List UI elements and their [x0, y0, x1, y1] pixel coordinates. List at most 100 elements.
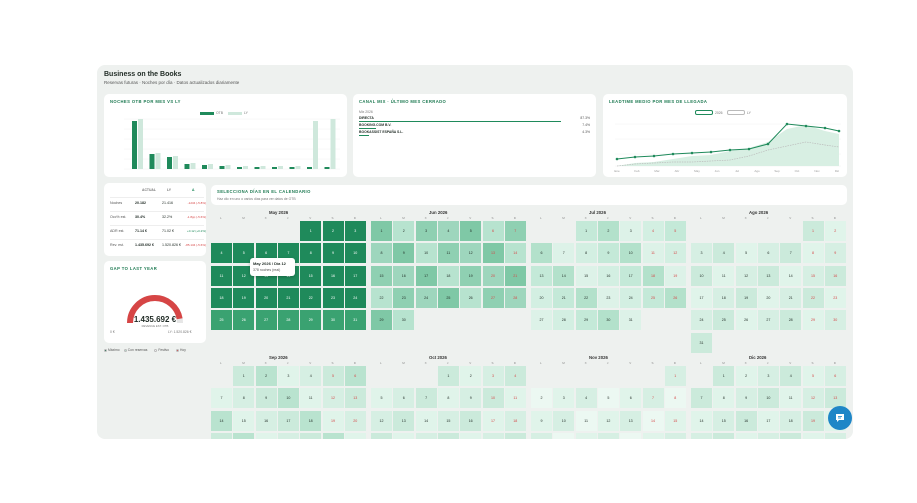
calendar-day[interactable]: 11 [575, 410, 597, 431]
calendar-day[interactable]: 8 [713, 388, 735, 409]
calendar-day[interactable]: 21 [691, 432, 712, 439]
calendar-day[interactable]: 8 [802, 243, 824, 264]
calendar-day[interactable]: 12 [322, 388, 344, 409]
calendar-day[interactable]: 8 [664, 388, 686, 409]
calendar-day[interactable]: 3 [482, 366, 504, 386]
calendar-day[interactable]: 13 [393, 410, 415, 431]
calendar-day[interactable]: 9 [597, 243, 619, 264]
calendar-day[interactable]: 14 [553, 265, 575, 286]
calendar-day[interactable]: 22 [664, 432, 686, 439]
calendar-day[interactable]: 13 [482, 243, 504, 264]
calendar-day[interactable]: 8 [437, 388, 459, 409]
calendar-day[interactable]: 9 [460, 388, 482, 409]
calendar-day[interactable]: 16 [460, 410, 482, 431]
calendar-day[interactable]: 2 [531, 388, 552, 409]
calendar-day[interactable]: 8 [300, 243, 322, 264]
calendar-day[interactable]: 28 [277, 310, 299, 331]
calendar-day[interactable]: 8 [233, 388, 255, 409]
calendar-day[interactable]: 1 [664, 366, 686, 386]
calendar-day[interactable]: 24 [482, 432, 504, 439]
calendar-day[interactable]: 15 [371, 265, 392, 286]
calendar-day[interactable]: 30 [597, 310, 619, 331]
calendar-day[interactable]: 4 [780, 366, 802, 386]
calendar-day[interactable]: 25 [780, 432, 802, 439]
calendar-day[interactable]: 2 [393, 221, 415, 241]
calendar-day[interactable]: 11 [642, 243, 664, 264]
calendar-day[interactable]: 18 [713, 287, 735, 308]
calendar-day[interactable]: 12 [735, 265, 757, 286]
calendar-day[interactable]: 13 [531, 265, 552, 286]
calendar-day[interactable]: 19 [735, 287, 757, 308]
calendar-day[interactable]: 26 [233, 310, 255, 331]
calendar-day[interactable]: 16 [255, 410, 277, 431]
calendar-day[interactable]: 6 [620, 388, 642, 409]
calendar-day[interactable]: 3 [277, 366, 299, 386]
calendar-day[interactable]: 4 [504, 366, 526, 386]
calendar-day[interactable]: 21 [780, 287, 802, 308]
calendar-day[interactable]: 20 [531, 287, 552, 308]
calendar-day[interactable]: 11 [780, 388, 802, 409]
calendar-day[interactable]: 10 [620, 243, 642, 264]
calendar-day[interactable]: 21 [415, 432, 437, 439]
calendar-day[interactable]: 18 [575, 432, 597, 439]
calendar-day[interactable]: 25 [713, 310, 735, 331]
calendar-day[interactable]: 22 [437, 432, 459, 439]
calendar-day[interactable]: 3 [344, 221, 366, 241]
calendar-day[interactable]: 3 [757, 366, 779, 386]
calendar-day[interactable]: 1 [233, 366, 255, 386]
calendar-day[interactable]: 28 [780, 310, 802, 331]
calendar-day[interactable]: 7 [691, 388, 712, 409]
calendar-day[interactable]: 20 [344, 410, 366, 431]
calendar-day[interactable]: 29 [575, 310, 597, 331]
calendar-day[interactable]: 19 [802, 410, 824, 431]
calendar-day[interactable]: 4 [575, 388, 597, 409]
calendar-day[interactable]: 17 [277, 410, 299, 431]
calendar-day[interactable]: 21 [211, 432, 232, 439]
calendar-day[interactable]: 10 [553, 410, 575, 431]
calendar-day[interactable]: 11 [504, 388, 526, 409]
calendar-day[interactable]: 15 [300, 265, 322, 286]
calendar-day[interactable]: 12 [664, 243, 686, 264]
calendar-day[interactable]: 20 [620, 432, 642, 439]
calendar-day[interactable]: 12 [802, 388, 824, 409]
calendar-day[interactable]: 24 [344, 287, 366, 308]
calendar-day[interactable]: 11 [713, 265, 735, 286]
calendar-day[interactable]: 19 [460, 265, 482, 286]
calendar-day[interactable]: 23 [597, 287, 619, 308]
calendar-day[interactable]: 24 [415, 287, 437, 308]
calendar-day[interactable]: 14 [211, 410, 232, 431]
calendar-day[interactable]: 6 [757, 243, 779, 264]
calendar-day[interactable]: 11 [437, 243, 459, 264]
calendar-day[interactable]: 6 [393, 388, 415, 409]
calendar-day[interactable]: 8 [371, 243, 392, 264]
calendar-day[interactable]: 2 [460, 366, 482, 386]
calendar-day[interactable]: 22 [233, 432, 255, 439]
calendar-day[interactable]: 17 [415, 265, 437, 286]
calendar-day[interactable]: 9 [393, 243, 415, 264]
calendar-day[interactable]: 12 [460, 243, 482, 264]
calendar-day[interactable]: 16 [322, 265, 344, 286]
calendar-day[interactable]: 27 [482, 287, 504, 308]
calendar-day[interactable]: 13 [344, 388, 366, 409]
calendar-day[interactable]: 12 [371, 410, 392, 431]
calendar-day[interactable]: 9 [735, 388, 757, 409]
calendar-day[interactable]: 14 [780, 265, 802, 286]
calendar-day[interactable]: 19 [233, 287, 255, 308]
calendar-day[interactable]: 22 [371, 287, 392, 308]
calendar-day[interactable]: 17 [757, 410, 779, 431]
calendar-day[interactable]: 27 [531, 310, 552, 331]
calendar-day[interactable]: 18 [780, 410, 802, 431]
calendar-day[interactable]: 26 [322, 432, 344, 439]
calendar-day[interactable]: 27 [255, 310, 277, 331]
calendar-day[interactable]: 9 [255, 388, 277, 409]
calendar-day[interactable]: 14 [415, 410, 437, 431]
calendar-day[interactable]: 1 [371, 221, 392, 241]
calendar-day[interactable]: 1 [437, 366, 459, 386]
calendar-day[interactable]: 23 [393, 287, 415, 308]
calendar-day[interactable]: 15 [575, 265, 597, 286]
calendar-day[interactable]: 17 [344, 265, 366, 286]
calendar-day[interactable]: 4 [642, 221, 664, 241]
calendar-day[interactable]: 9 [322, 243, 344, 264]
calendar-day[interactable]: 3 [691, 243, 712, 264]
calendar-day[interactable]: 15 [664, 410, 686, 431]
